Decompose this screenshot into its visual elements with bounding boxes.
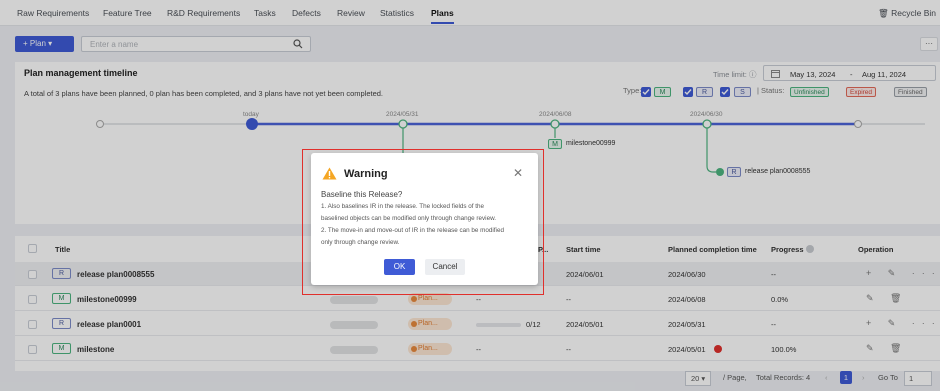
- dialog-question: Baseline this Release?: [321, 190, 403, 199]
- dialog-title: Warning: [344, 168, 388, 180]
- ok-button[interactable]: OK: [384, 259, 415, 275]
- dialog-line: only through change review.: [321, 239, 400, 246]
- dialog-line: baselined objects can be modified only t…: [321, 215, 497, 222]
- dialog-line: 2. The move-in and move-out of IR in the…: [321, 227, 504, 234]
- warning-dialog: Warning ✕ Baseline this Release? 1. Also…: [311, 153, 538, 285]
- warning-icon: [322, 167, 337, 180]
- close-icon[interactable]: ✕: [513, 166, 523, 180]
- cancel-button[interactable]: Cancel: [425, 259, 465, 275]
- dialog-line: 1. Also baselines IR in the release. The…: [321, 203, 484, 210]
